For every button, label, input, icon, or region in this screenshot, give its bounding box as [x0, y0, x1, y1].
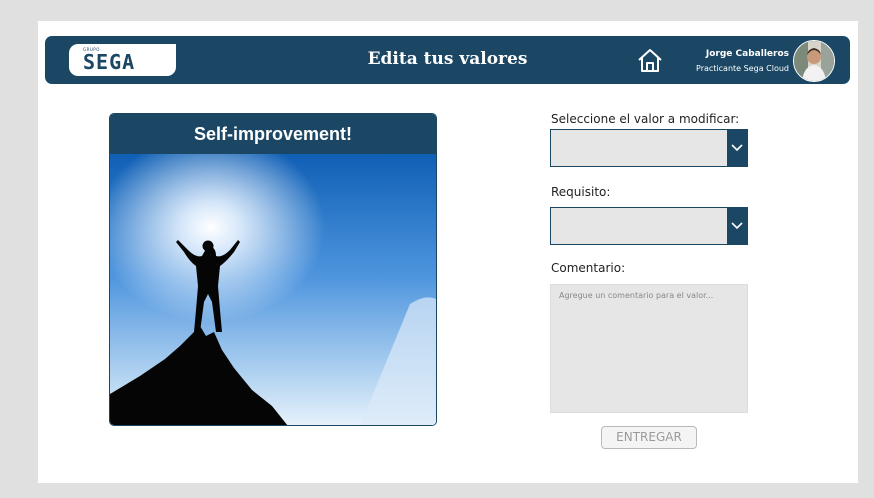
user-role: Practicante Sega Cloud — [696, 64, 789, 73]
value-card: Self-improvement! — [109, 113, 437, 426]
requirement-label: Requisito: — [551, 185, 611, 199]
avatar[interactable] — [793, 40, 835, 82]
card-header: Self-improvement! — [110, 114, 436, 154]
chevron-down-icon[interactable] — [727, 208, 747, 244]
avatar-photo — [794, 41, 834, 81]
submit-button[interactable]: ENTREGAR — [601, 426, 697, 449]
home-icon — [638, 49, 662, 72]
comment-placeholder: Agregue un comentario para el valor... — [559, 291, 714, 300]
comment-textarea[interactable]: Agregue un comentario para el valor... — [550, 284, 748, 413]
value-dropdown[interactable] — [550, 129, 748, 167]
header-bar: GRUPO SEGA Edita tus valores Jorge Cabal… — [45, 36, 850, 84]
home-button[interactable] — [635, 46, 665, 74]
card-title: Self-improvement! — [193, 124, 353, 144]
summit-silhouette-image — [110, 154, 436, 425]
comment-label: Comentario: — [551, 261, 626, 275]
user-name: Jorge Caballeros — [705, 49, 789, 59]
chevron-down-icon[interactable] — [727, 130, 747, 166]
requirement-dropdown[interactable] — [550, 207, 748, 245]
value-select-label: Seleccione el valor a modificar: — [551, 112, 740, 126]
